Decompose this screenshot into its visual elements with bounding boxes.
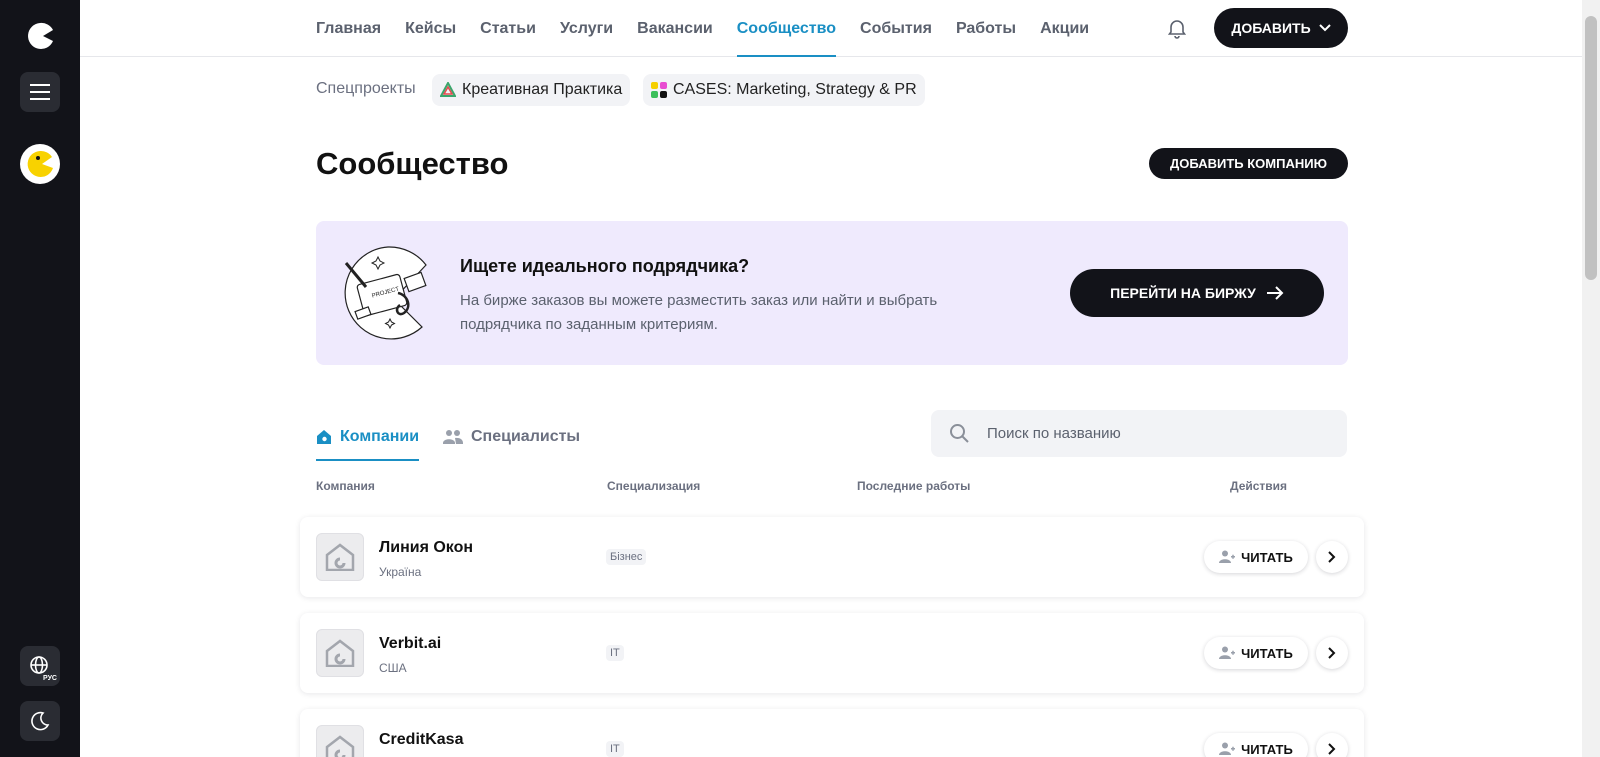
go-to-exchange-label: ПЕРЕЙТИ НА БИРЖУ — [1110, 285, 1256, 301]
house-placeholder-icon — [325, 639, 355, 667]
triangle-logo-icon — [440, 82, 456, 97]
active-tab-indicator — [316, 459, 419, 461]
open-company-button[interactable] — [1316, 541, 1348, 573]
moon-icon — [31, 711, 50, 731]
company-logo-placeholder — [316, 725, 364, 757]
arrow-right-icon — [1266, 286, 1284, 300]
special-project-label: CASES: Marketing, Strategy & PR — [673, 81, 917, 98]
company-search-box — [931, 410, 1347, 457]
banner-description: На бирже заказов вы можете разместить за… — [460, 292, 938, 333]
special-project-label: Креативная Практика — [462, 81, 623, 98]
page-title: Сообщество — [316, 146, 509, 181]
company-name[interactable]: Verbit.ai — [379, 635, 441, 653]
follow-button[interactable]: ЧИТАТЬ — [1204, 733, 1308, 757]
follow-button[interactable]: ЧИТАТЬ — [1204, 541, 1308, 573]
add-button-label: ДОБАВИТЬ — [1231, 20, 1311, 36]
left-sidebar: РУС — [0, 0, 80, 757]
chevron-right-icon — [1328, 743, 1336, 755]
cases-logo-icon — [651, 82, 667, 98]
user-plus-icon — [1219, 550, 1236, 563]
scrollbar-thumb[interactable] — [1585, 16, 1597, 280]
chevron-right-icon — [1328, 647, 1336, 659]
company-row[interactable]: CreditKasa IT ЧИТАТЬ — [300, 709, 1364, 757]
user-plus-icon — [1219, 742, 1236, 755]
company-logo-placeholder — [316, 533, 364, 581]
nav-item-community[interactable]: Сообщество — [736, 0, 837, 57]
nav-item-home[interactable]: Главная — [316, 0, 381, 57]
nav-item-vacancies[interactable]: Вакансии — [637, 0, 713, 57]
special-project-cases[interactable]: CASES: Marketing, Strategy & PR — [643, 74, 925, 106]
nav-menu: Главная Кейсы Статьи Услуги Вакансии Соо… — [316, 0, 1113, 57]
globe-icon — [30, 656, 48, 674]
company-country: Україна — [379, 565, 422, 579]
tab-label: Специалисты — [471, 428, 581, 445]
nav-item-promotions[interactable]: Акции — [1040, 0, 1089, 57]
tab-companies[interactable]: Компании — [316, 412, 419, 462]
nav-item-works[interactable]: Работы — [956, 0, 1016, 57]
menu-button[interactable] — [20, 72, 60, 112]
follow-button-label: ЧИТАТЬ — [1241, 549, 1293, 565]
search-input[interactable] — [987, 410, 1327, 457]
follow-button-label: ЧИТАТЬ — [1241, 645, 1293, 661]
logo-icon[interactable] — [24, 20, 56, 52]
house-placeholder-icon — [325, 735, 355, 757]
company-name[interactable]: CreditKasa — [379, 731, 463, 749]
user-avatar[interactable] — [20, 144, 60, 184]
column-header-recent-works: Последние работы — [857, 479, 971, 493]
nav-item-events[interactable]: События — [860, 0, 932, 57]
add-dropdown-button[interactable]: ДОБАВИТЬ — [1214, 8, 1348, 48]
column-header-specialization: Специализация — [607, 479, 701, 493]
exchange-illustration: PROJECT — [338, 243, 438, 343]
special-project-creative-practice[interactable]: Креативная Практика — [432, 74, 631, 106]
chevron-right-icon — [1328, 551, 1336, 563]
tab-label: Компании — [340, 428, 420, 445]
open-company-button[interactable] — [1316, 733, 1348, 757]
specialization-tag[interactable]: Бізнес — [606, 549, 647, 565]
house-placeholder-icon — [325, 543, 355, 571]
hamburger-icon — [30, 84, 50, 100]
language-button[interactable]: РУС — [20, 646, 60, 686]
theme-toggle-button[interactable] — [20, 701, 60, 741]
specialization-tag[interactable]: IT — [606, 741, 624, 757]
nav-item-cases[interactable]: Кейсы — [405, 0, 456, 57]
users-icon — [443, 430, 463, 444]
open-company-button[interactable] — [1316, 637, 1348, 669]
notifications-bell-icon[interactable] — [1166, 17, 1188, 39]
tab-specialists[interactable]: Специалисты — [443, 412, 580, 462]
column-header-company: Компания — [316, 479, 375, 493]
company-country: США — [379, 661, 407, 675]
nav-item-articles[interactable]: Статьи — [480, 0, 536, 57]
chevron-down-icon — [1318, 24, 1331, 32]
specialization-tag[interactable]: IT — [606, 645, 624, 661]
follow-button-label: ЧИТАТЬ — [1241, 741, 1293, 757]
home-icon — [317, 430, 331, 444]
follow-button[interactable]: ЧИТАТЬ — [1204, 637, 1308, 669]
page-scrollbar[interactable] — [1582, 0, 1600, 757]
add-company-button[interactable]: ДОБАВИТЬ КОМПАНИЮ — [1149, 148, 1348, 179]
nav-item-services[interactable]: Услуги — [560, 0, 613, 57]
search-icon — [950, 424, 969, 443]
column-header-actions: Действия — [1230, 479, 1288, 493]
company-row[interactable]: Линия Окон Україна Бізнес ЧИТАТЬ — [300, 517, 1364, 597]
top-navigation: Главная Кейсы Статьи Услуги Вакансии Соо… — [80, 0, 1582, 57]
user-plus-icon — [1219, 646, 1236, 659]
company-name[interactable]: Линия Окон — [379, 539, 473, 557]
special-projects-label: Спецпроекты — [316, 80, 416, 97]
company-row[interactable]: Verbit.ai США IT ЧИТАТЬ — [300, 613, 1364, 693]
language-label: РУС — [43, 675, 57, 682]
banner-title: Ищете идеального подрядчика? — [460, 256, 750, 276]
go-to-exchange-button[interactable]: ПЕРЕЙТИ НА БИРЖУ — [1070, 269, 1324, 317]
company-logo-placeholder — [316, 629, 364, 677]
contractor-exchange-banner: PROJECT Ищете идеального подрядчика? На … — [316, 221, 1348, 365]
